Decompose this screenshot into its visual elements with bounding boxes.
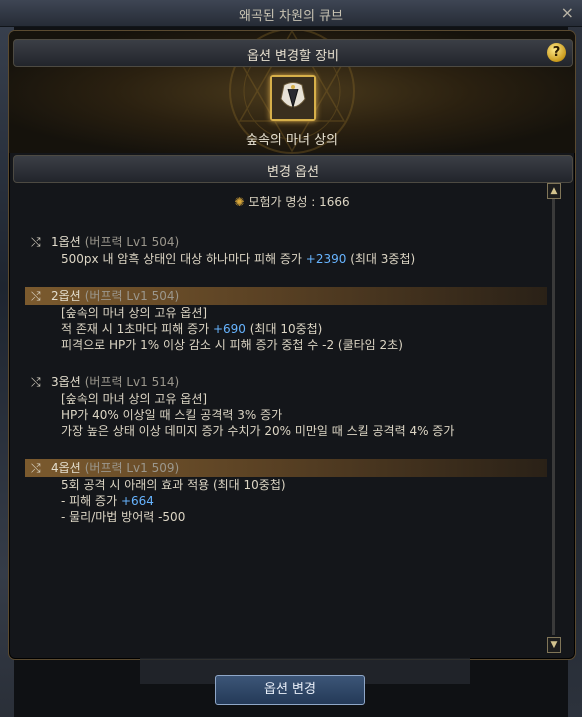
option-header[interactable]: ⤭ 2옵션 (버프력 Lv1 504) [25, 287, 547, 305]
window-title-bar: 왜곡된 차원의 큐브 × [0, 0, 582, 27]
scrollbar[interactable]: ▲ ▼ [547, 183, 561, 653]
section-title: 변경 옵션 [267, 165, 319, 180]
option-buff-level: (버프력 Lv1 509) [84, 461, 180, 475]
shuffle-icon: ⤭ [31, 235, 41, 249]
option-line: 피격으로 HP가 1% 이상 감소 시 피해 증가 중첩 수 -2 (쿨타임 2… [25, 337, 547, 353]
option-text: HP가 40% 이상일 때 스킬 공격력 3% 증가 [61, 408, 283, 422]
option-value: +664 [120, 494, 154, 508]
fame-label: 모험가 명성 : 1666 [248, 195, 350, 209]
option-label: 1옵션 [51, 235, 81, 249]
option-block: ⤭ 3옵션 (버프력 Lv1 514) [숲속의 마녀 상의 고유 옵션] HP가 40… [25, 373, 547, 439]
section-bar: 변경 옵션 [13, 155, 573, 183]
option-text: [숲속의 마녀 상의 고유 옵션] [61, 392, 208, 406]
option-line: - 피해 증가 +664 [25, 493, 547, 509]
option-value: +690 [212, 322, 246, 336]
option-line: 500px 내 암흑 상태인 대상 하나마다 피해 증가 +2390 (최대 3… [25, 251, 547, 267]
option-label: 4옵션 [51, 461, 81, 475]
equipment-slot[interactable] [270, 75, 316, 121]
witch-top-icon [272, 77, 314, 119]
fame-crest-icon: ✺ [234, 195, 245, 209]
equipment-area: 옵션 변경할 장비 ? 숲속의 마녀 상의 [9, 31, 575, 154]
option-block: ⤭ 4옵션 (버프력 Lv1 509) 5회 공격 시 아래의 효과 적용 (최대 1… [25, 459, 547, 525]
option-line: HP가 40% 이상일 때 스킬 공격력 3% 증가 [25, 407, 547, 423]
window-title: 왜곡된 차원의 큐브 [239, 9, 343, 24]
option-line: [숲속의 마녀 상의 고유 옵션] [25, 391, 547, 407]
option-block: ⤭ 1옵션 (버프력 Lv1 504) 500px 내 암흑 상태인 대상 하나마다 … [25, 233, 547, 267]
option-header[interactable]: ⤭ 1옵션 (버프력 Lv1 504) [25, 233, 547, 251]
option-label: 2옵션 [51, 289, 81, 303]
option-line: 적 존재 시 1초마다 피해 증가 +690 (최대 10중첩) [25, 321, 547, 337]
option-header[interactable]: ⤭ 3옵션 (버프력 Lv1 514) [25, 373, 547, 391]
option-text: 500px 내 암흑 상태인 대상 하나마다 피해 증가 [61, 252, 306, 266]
option-line: 5회 공격 시 아래의 효과 적용 (최대 10중첩) [25, 477, 547, 493]
scroll-up-icon[interactable]: ▲ [547, 183, 561, 199]
item-name: 숲속의 마녀 상의 [246, 133, 338, 148]
option-text: (최대 3중첩) [346, 252, 416, 266]
option-text: 5회 공격 시 아래의 효과 적용 (최대 10중첩) [61, 478, 286, 492]
option-text: 가장 높은 상태 이상 데미지 증가 수치가 20% 미만일 때 스킬 공격력 … [61, 424, 455, 438]
option-text: [숲속의 마녀 상의 고유 옵션] [61, 306, 208, 320]
option-text: (최대 10중첩) [245, 322, 323, 336]
close-icon[interactable]: × [561, 3, 574, 22]
option-line: 가장 높은 상태 이상 데미지 증가 수치가 20% 미만일 때 스킬 공격력 … [25, 423, 547, 439]
option-header[interactable]: ⤭ 4옵션 (버프력 Lv1 509) [25, 459, 547, 477]
shuffle-icon: ⤭ [31, 461, 41, 475]
option-text: 적 존재 시 1초마다 피해 증가 [61, 322, 213, 336]
adventurer-fame: ✺ 모험가 명성 : 1666 [9, 193, 575, 210]
option-block: ⤭ 2옵션 (버프력 Lv1 504) [숲속의 마녀 상의 고유 옵션] 적 존재 시… [25, 287, 547, 353]
option-buff-level: (버프력 Lv1 504) [84, 235, 180, 249]
option-value: +2390 [305, 252, 347, 266]
option-text: 피격으로 HP가 1% 이상 감소 시 피해 증가 중첩 수 -2 (쿨타임 2… [61, 338, 403, 352]
change-option-button[interactable]: 옵션 변경 [215, 675, 365, 705]
shuffle-icon: ⤭ [31, 289, 41, 303]
option-text: - 피해 증가 [61, 494, 121, 508]
scroll-down-icon[interactable]: ▼ [547, 637, 561, 653]
header-bar: 옵션 변경할 장비 ? [13, 39, 573, 67]
option-buff-level: (버프력 Lv1 504) [84, 289, 180, 303]
option-buff-level: (버프력 Lv1 514) [84, 375, 180, 389]
option-line: [숲속의 마녀 상의 고유 옵션] [25, 305, 547, 321]
option-change-panel: 옵션 변경할 장비 ? 숲속의 마녀 상의 변경 옵션 ✺ 모험가 명성 : 16… [8, 30, 576, 660]
option-line: - 물리/마법 방어력 -500 [25, 509, 547, 525]
option-text: - 물리/마법 방어력 -500 [61, 510, 186, 524]
header-title: 옵션 변경할 장비 [247, 49, 339, 64]
help-icon[interactable]: ? [547, 43, 566, 62]
shuffle-icon: ⤭ [31, 375, 41, 389]
option-label: 3옵션 [51, 375, 81, 389]
scroll-track[interactable] [552, 199, 555, 635]
